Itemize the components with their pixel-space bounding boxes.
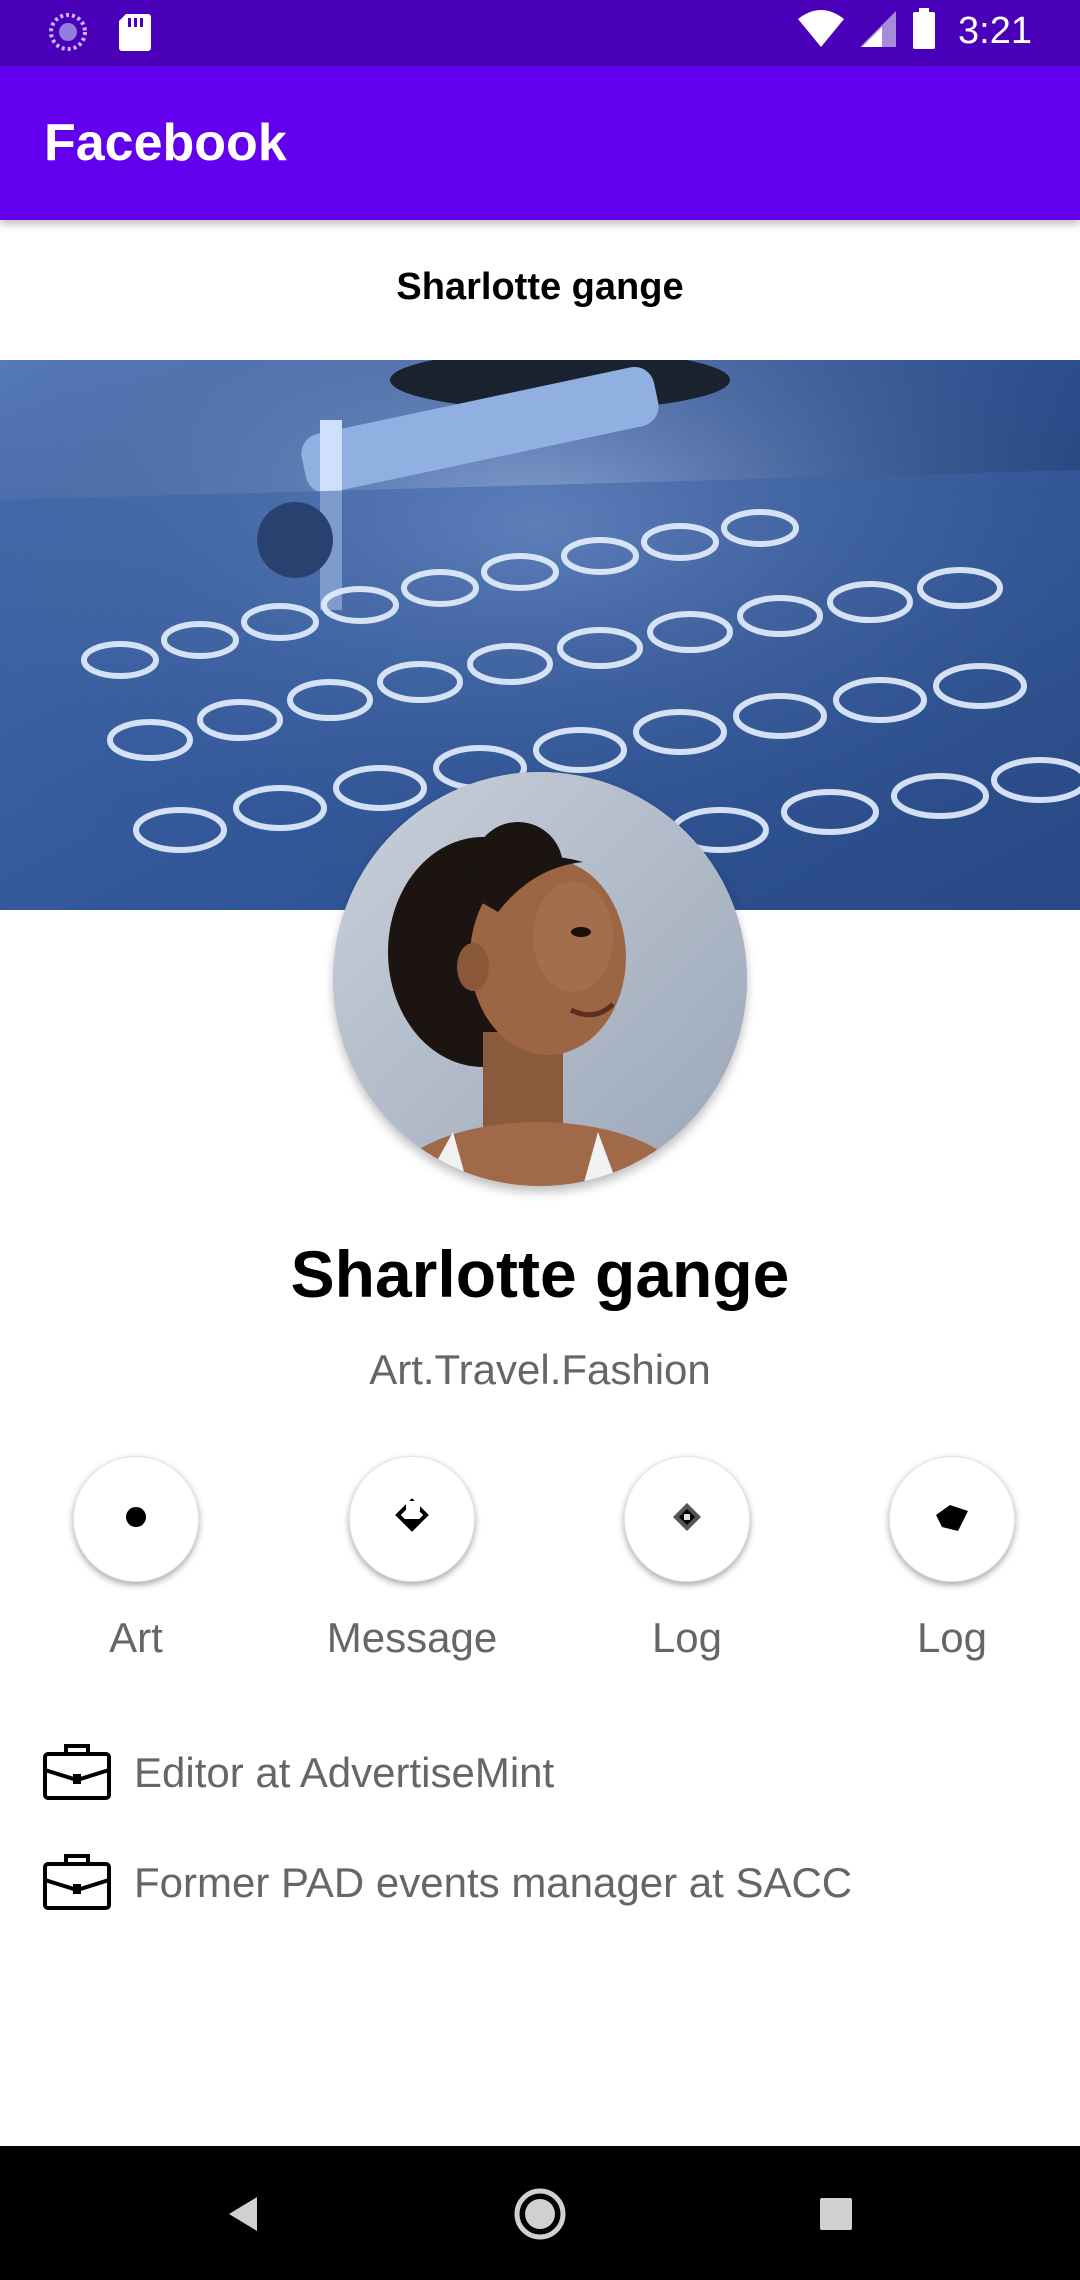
battery-icon [912,8,936,55]
briefcase-icon [42,1850,112,1917]
wifi-icon [796,9,846,54]
diamond-icon [667,1497,707,1542]
status-time: 3:21 [958,10,1032,52]
briefcase-icon [42,1740,112,1807]
profile-name: Sharlotte gange [290,1237,790,1311]
spinner-icon [48,12,88,57]
tag-icon [932,1497,972,1542]
signal-icon [860,9,898,54]
info-text: Editor at AdvertiseMint [134,1749,555,1796]
sd-card-icon [118,12,152,57]
info-row-work: Editor at AdvertiseMint [42,1738,554,1808]
action-label: Art [109,1614,163,1661]
action-message-button[interactable] [349,1456,475,1582]
action-log-2-button[interactable] [889,1456,1015,1582]
system-nav-bar [0,2146,1080,2280]
app-title: Facebook [44,114,287,172]
action-log-button[interactable] [624,1456,750,1582]
action-label: Log [651,1614,723,1661]
app-bar: Facebook [0,66,1080,220]
profile-tagline: Art.Travel.Fashion [369,1346,711,1393]
back-icon[interactable] [215,2186,271,2242]
info-text: Former PAD events manager at SACC [134,1859,853,1906]
action-label: Log [916,1614,988,1661]
action-art-button[interactable] [73,1456,199,1582]
home-icon[interactable] [512,2186,568,2242]
dot-icon [123,1504,149,1535]
message-diamond-icon [392,1497,432,1542]
profile-avatar[interactable] [333,772,747,1186]
profile-header-name: Sharlotte gange [396,266,684,308]
recents-icon[interactable] [808,2186,864,2242]
action-label: Message [326,1614,498,1661]
info-row-former-work: Former PAD events manager at SACC [42,1848,852,1918]
status-bar: 3:21 [0,0,1080,66]
